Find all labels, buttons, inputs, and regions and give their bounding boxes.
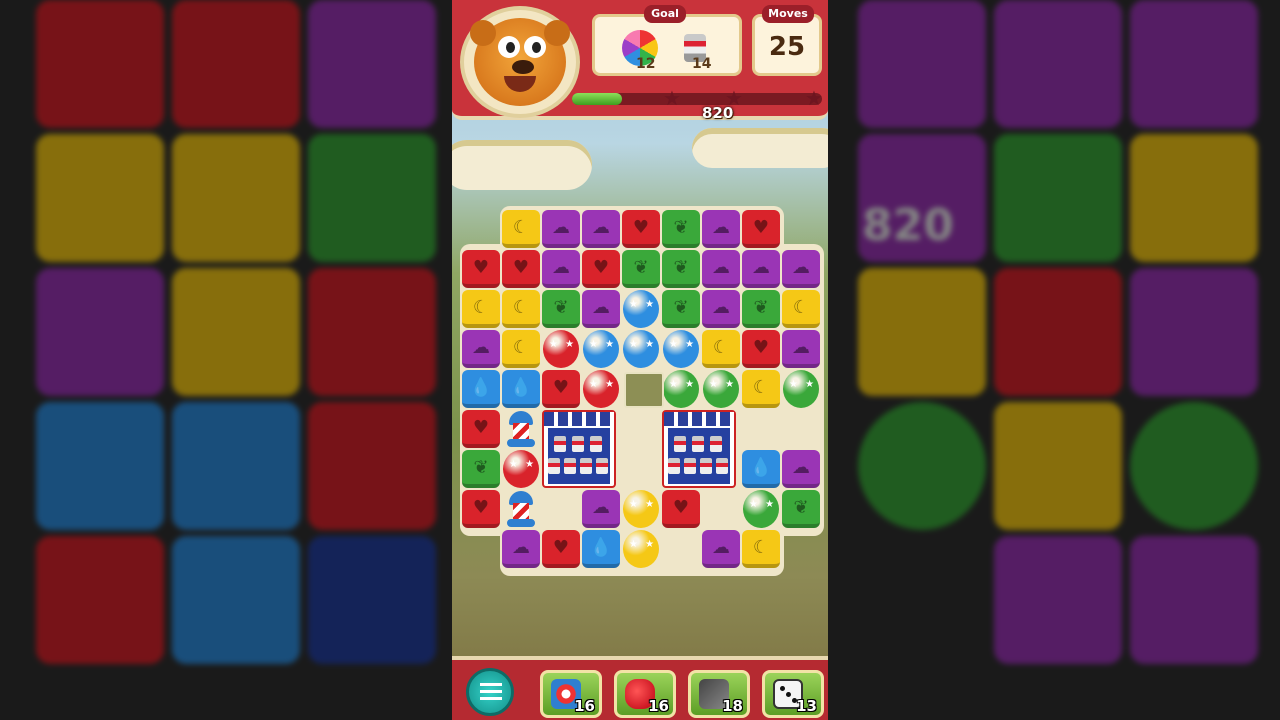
block-tile[interactable]: ❦: [622, 250, 660, 288]
block-tile[interactable]: ☾: [742, 530, 780, 568]
balloon-tile[interactable]: [623, 290, 659, 328]
block-tile[interactable]: ☁: [702, 250, 740, 288]
block-tile[interactable]: ♥: [742, 210, 780, 248]
game-board[interactable]: ☾☁☁♥❦☁♥♥♥☁♥❦❦☁☁☁☾☾❦☁❦☁❦☾☁☾☾♥☁💧💧♥☾♥❦💧☁♥☁♥…: [460, 208, 824, 576]
block-tile[interactable]: ☾: [502, 210, 540, 248]
block-tile[interactable]: ♥: [462, 410, 500, 448]
cloud: [452, 140, 592, 190]
goal-label: Goal: [644, 5, 686, 23]
block-tile[interactable]: ☁: [582, 210, 620, 248]
block-tile[interactable]: 💧: [502, 370, 540, 408]
block-tile[interactable]: 💧: [582, 530, 620, 568]
block-tile[interactable]: 💧: [742, 450, 780, 488]
star-icon: ★: [663, 86, 681, 110]
empty-cell: [624, 372, 664, 408]
block-tile[interactable]: ☁: [782, 250, 820, 288]
block-tile[interactable]: ☁: [502, 530, 540, 568]
balloon-tile[interactable]: [623, 490, 659, 528]
menu-list-icon: [480, 683, 502, 701]
balloon-tile[interactable]: [503, 450, 539, 488]
bear-avatar: [460, 6, 580, 118]
block-tile[interactable]: ♥: [462, 490, 500, 528]
block-tile[interactable]: ☁: [702, 290, 740, 328]
booster-count: 13: [796, 697, 817, 715]
block-tile[interactable]: ❦: [742, 290, 780, 328]
block-tile[interactable]: ♥: [462, 250, 500, 288]
moves-label: Moves: [762, 5, 814, 23]
blurred-background-left: [0, 0, 452, 720]
block-tile[interactable]: ☾: [462, 290, 500, 328]
block-tile[interactable]: ♥: [622, 210, 660, 248]
block-tile[interactable]: ❦: [662, 290, 700, 328]
block-tile[interactable]: ❦: [542, 290, 580, 328]
level-progress-bar: ★ ★ ★: [572, 88, 823, 108]
booster-count: 18: [722, 697, 743, 715]
score-popup: 820: [702, 104, 734, 122]
menu-button[interactable]: [466, 668, 514, 716]
block-tile[interactable]: ☁: [462, 330, 500, 368]
block-tile[interactable]: ♥: [662, 490, 700, 528]
block-tile[interactable]: ♥: [502, 250, 540, 288]
block-tile[interactable]: ♥: [582, 250, 620, 288]
goal-count-balloon: 12: [636, 56, 656, 72]
level-progress-fill: [572, 93, 622, 105]
balloon-tile[interactable]: [663, 330, 699, 368]
balloon-tile[interactable]: [543, 330, 579, 368]
block-tile[interactable]: ☾: [702, 330, 740, 368]
paint-shop-obstacle[interactable]: [662, 410, 736, 488]
bottom-toolbar: 16 16 18 13: [452, 656, 828, 720]
blurred-background-right: 820: [828, 0, 1280, 720]
block-tile[interactable]: ♥: [542, 370, 580, 408]
block-tile[interactable]: ❦: [662, 210, 700, 248]
block-tile[interactable]: ☁: [782, 330, 820, 368]
block-tile[interactable]: ☁: [702, 530, 740, 568]
block-tile[interactable]: ♥: [542, 530, 580, 568]
moves-value: 25: [768, 32, 806, 62]
block-tile[interactable]: ☁: [542, 210, 580, 248]
balloon-tile[interactable]: [623, 330, 659, 368]
block-tile[interactable]: ❦: [662, 250, 700, 288]
block-tile[interactable]: ☾: [502, 290, 540, 328]
cloud: [692, 128, 828, 168]
star-icon: ★: [805, 86, 823, 110]
goal-count-can: 14: [692, 56, 712, 72]
block-tile[interactable]: ☁: [582, 290, 620, 328]
balloon-tile[interactable]: [743, 490, 779, 528]
balloon-tile[interactable]: [783, 370, 819, 408]
block-tile[interactable]: ☁: [582, 490, 620, 528]
booster-hammer-button[interactable]: 16: [540, 670, 602, 718]
block-tile[interactable]: ☁: [542, 250, 580, 288]
block-tile[interactable]: ☁: [742, 250, 780, 288]
balloon-tile[interactable]: [703, 370, 739, 408]
balloon-tile[interactable]: [583, 330, 619, 368]
block-tile[interactable]: ☾: [742, 370, 780, 408]
block-tile[interactable]: ❦: [462, 450, 500, 488]
paint-shop-obstacle[interactable]: [542, 410, 616, 488]
booster-drill-button[interactable]: 18: [688, 670, 750, 718]
booster-glove-button[interactable]: 16: [614, 670, 676, 718]
balloon-tile[interactable]: [583, 370, 619, 408]
block-tile[interactable]: ☁: [782, 450, 820, 488]
block-tile[interactable]: ☾: [782, 290, 820, 328]
game-screen: Goal 12 14 Moves 25 ★ ★ ★ ☾ ☁ ☁ ♥ ❦ ☁ ♥ ♥ ♥ ☁ ♥ ❦ ❦ ☁…: [452, 0, 828, 720]
blurred-score-text: 820: [862, 200, 954, 251]
balloon-tile[interactable]: [663, 370, 699, 408]
block-tile[interactable]: ☾: [502, 330, 540, 368]
block-tile[interactable]: ❦: [782, 490, 820, 528]
block-tile[interactable]: ♥: [742, 330, 780, 368]
rocket-icon[interactable]: [507, 411, 535, 447]
header-bar: Goal 12 14 Moves 25 ★ ★ ★: [452, 0, 828, 120]
block-tile[interactable]: 💧: [462, 370, 500, 408]
booster-count: 16: [574, 697, 595, 715]
rocket-icon[interactable]: [507, 491, 535, 527]
booster-dice-button[interactable]: 13: [762, 670, 824, 718]
goal-panel: [592, 14, 742, 76]
booster-count: 16: [648, 697, 669, 715]
balloon-tile[interactable]: [623, 530, 659, 568]
block-tile[interactable]: ☁: [702, 210, 740, 248]
